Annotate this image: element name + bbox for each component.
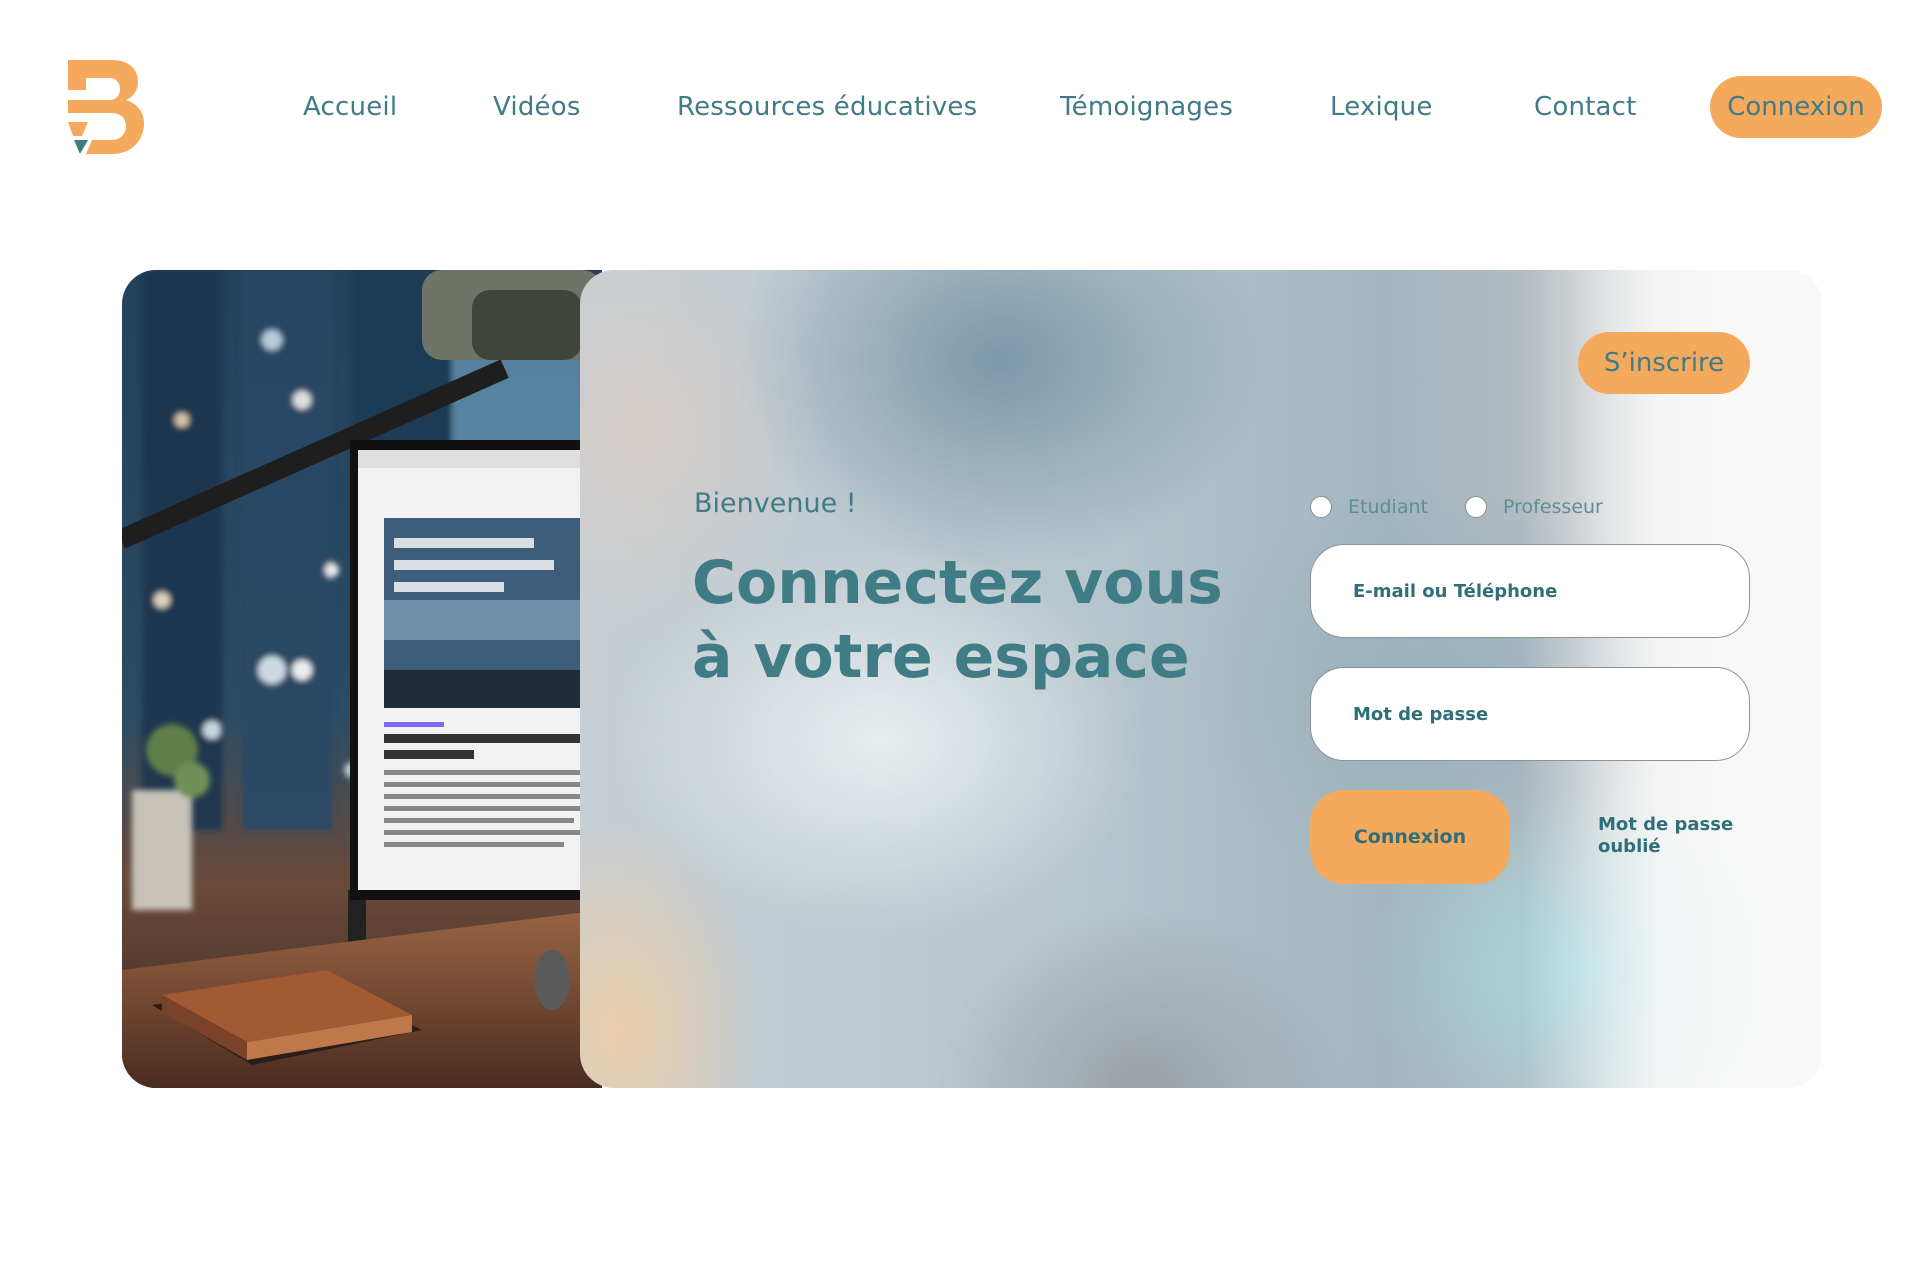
- nav-item-ressources[interactable]: Ressources éducatives: [677, 72, 977, 142]
- nav-item-temoignages[interactable]: Témoignages: [1060, 72, 1233, 142]
- role-label-etudiant: Etudiant: [1348, 496, 1428, 518]
- email-field[interactable]: [1310, 544, 1750, 638]
- welcome-text: Bienvenue !: [694, 488, 857, 519]
- forgot-password-link[interactable]: Mot de passe oublié: [1598, 814, 1748, 858]
- nav-item-videos[interactable]: Vidéos: [493, 72, 581, 142]
- signup-button[interactable]: S’inscrire: [1578, 332, 1750, 394]
- email-input[interactable]: [1351, 579, 1711, 603]
- nav-item-contact[interactable]: Contact: [1534, 72, 1637, 142]
- radio-circle-icon[interactable]: [1465, 496, 1487, 518]
- headline-line-1: Connectez vous: [692, 548, 1223, 618]
- role-label-professeur: Professeur: [1503, 496, 1603, 518]
- desk-monitor-photo: [122, 270, 602, 1088]
- role-radio-professeur[interactable]: Professeur: [1465, 496, 1603, 518]
- nav-item-accueil[interactable]: Accueil: [303, 72, 397, 142]
- main-nav: Accueil Vidéos Ressources éducatives Tém…: [0, 72, 1920, 142]
- password-input[interactable]: [1351, 702, 1711, 726]
- nav-item-lexique[interactable]: Lexique: [1330, 72, 1433, 142]
- role-radio-etudiant[interactable]: Etudiant: [1310, 496, 1428, 518]
- nav-login-button[interactable]: Connexion: [1710, 76, 1882, 138]
- role-radio-group: Etudiant Professeur: [1310, 496, 1760, 522]
- login-submit-button[interactable]: Connexion: [1310, 790, 1510, 884]
- headline-line-2: à votre espace: [692, 622, 1190, 692]
- login-headline: Connectez vous à votre espace: [692, 546, 1252, 694]
- password-field[interactable]: [1310, 667, 1750, 761]
- radio-circle-icon[interactable]: [1310, 496, 1332, 518]
